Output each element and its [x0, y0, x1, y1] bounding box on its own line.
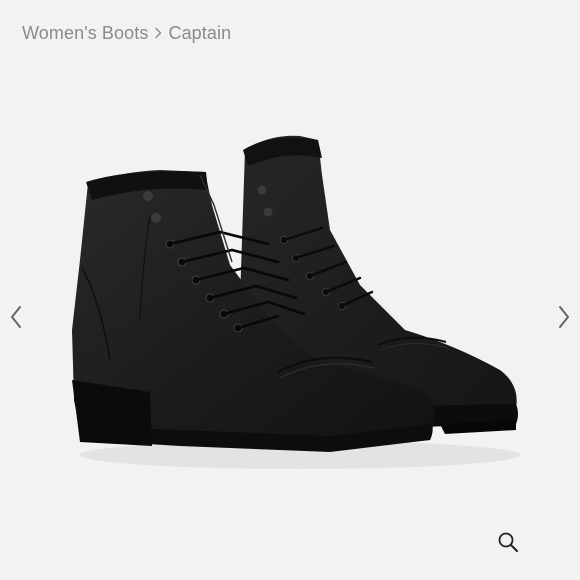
breadcrumb-current: Captain	[168, 22, 232, 43]
chevron-right-icon	[559, 306, 569, 328]
breadcrumb-link-womens-boots[interactable]: Women's Boots	[22, 23, 148, 44]
chevron-right-icon	[155, 27, 162, 39]
magnifier-icon	[498, 532, 518, 552]
previous-image-button[interactable]	[2, 300, 30, 334]
product-image	[72, 135, 520, 469]
next-image-button[interactable]	[550, 300, 578, 334]
breadcrumb: Women's Boots Captain	[22, 20, 231, 46]
product-gallery: Women's Boots Captain	[0, 0, 580, 580]
zoom-button[interactable]	[494, 528, 522, 556]
chevron-left-icon	[11, 306, 21, 328]
